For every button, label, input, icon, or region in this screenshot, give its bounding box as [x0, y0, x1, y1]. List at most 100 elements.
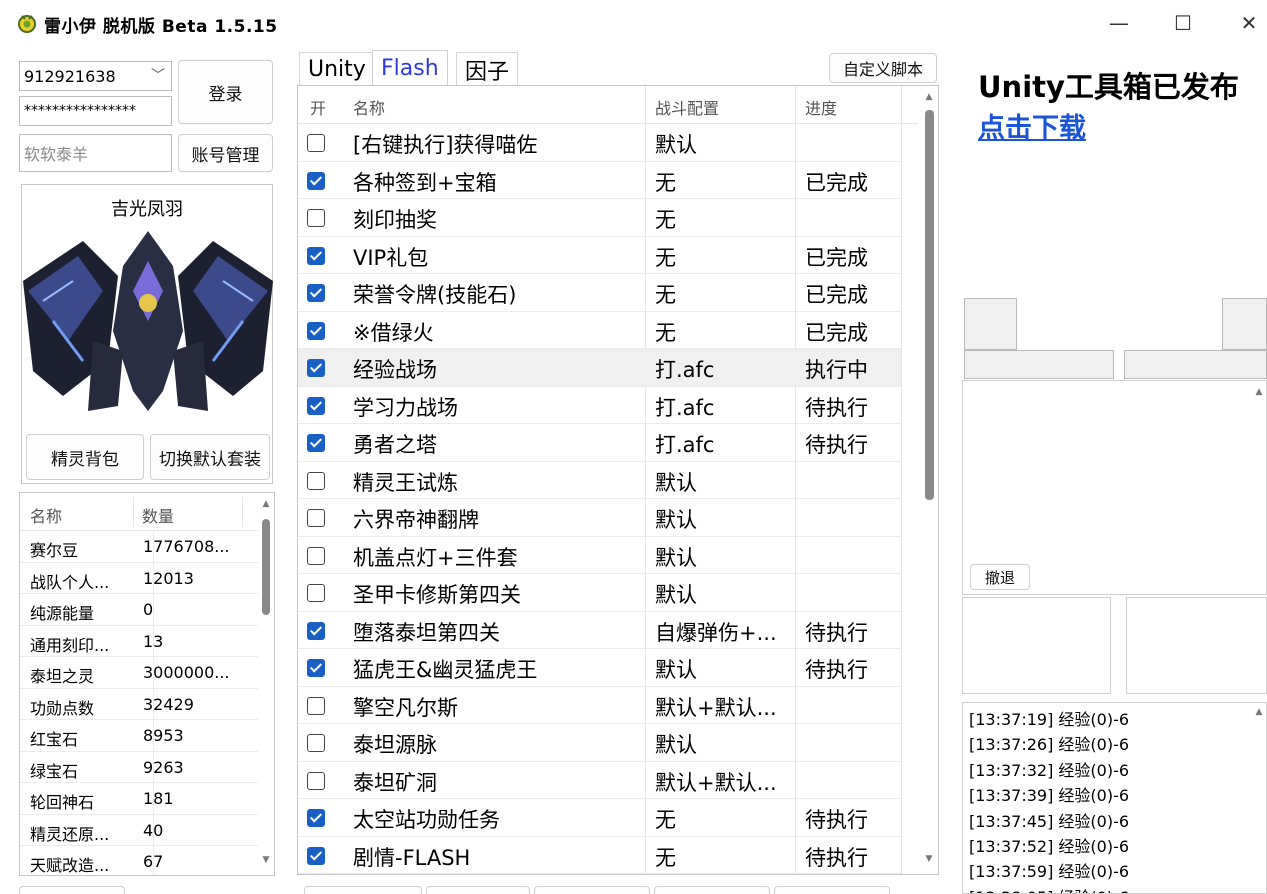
task-enable-checkbox[interactable] — [307, 546, 325, 565]
task-config[interactable]: 默认 — [655, 504, 793, 534]
login-button[interactable]: 登录 — [178, 60, 273, 124]
item-row[interactable]: 战队个人... 12013 — [20, 562, 258, 594]
item-row[interactable]: 轮回神石 181 — [20, 783, 258, 815]
item-row[interactable]: 赛尔豆 1776708... — [20, 531, 258, 563]
custom-script-button[interactable]: 自定义脚本 — [829, 53, 937, 83]
task-enable-checkbox[interactable] — [307, 134, 325, 152]
task-config[interactable]: 无 — [655, 317, 793, 347]
task-row[interactable]: 精灵王试炼 默认 — [298, 462, 901, 499]
item-row[interactable]: 红宝石 8953 — [20, 720, 258, 752]
task-enable-checkbox[interactable] — [307, 396, 325, 415]
minimize-button[interactable]: — — [1096, 6, 1142, 40]
task-row[interactable]: 荣誉令牌(技能石) 无已完成 — [298, 274, 901, 312]
task-config[interactable]: 默认 — [655, 129, 793, 159]
scroll-down-arrow-icon[interactable]: ▼ — [260, 855, 272, 865]
task-config[interactable]: 默认 — [655, 467, 793, 497]
item-row[interactable]: 泰坦之灵 3000000... — [20, 657, 258, 689]
item-row[interactable]: 纯源能量 0 — [20, 594, 258, 626]
task-row[interactable]: 擎空凡尔斯 默认+默认... — [298, 687, 901, 724]
task-row[interactable]: 机盖点灯+三件套 默认 — [298, 537, 901, 574]
task-config[interactable]: 无 — [655, 204, 793, 234]
tab-flash[interactable]: Flash — [372, 50, 448, 86]
task-row[interactable]: 勇者之塔 打.afc 待执行 — [298, 424, 901, 462]
task-enable-checkbox[interactable] — [307, 771, 325, 790]
task-config[interactable]: 自爆弹伤+... — [655, 617, 793, 647]
task-row[interactable]: 六界帝神翻牌 默认 — [298, 499, 901, 537]
task-row[interactable]: [右键执行]获得喵佐 默认 — [298, 124, 901, 162]
maximize-button[interactable]: ☐ — [1160, 6, 1206, 40]
task-enable-checkbox[interactable] — [307, 171, 325, 190]
task-row[interactable]: 泰坦矿洞 默认+默认... — [298, 762, 901, 799]
task-enable-checkbox[interactable] — [307, 809, 325, 827]
task-enable-checkbox[interactable] — [307, 734, 325, 752]
task-row[interactable]: 经验战场 打.afc 执行中 — [298, 349, 901, 387]
task-row[interactable]: ※借绿火 无已完成 — [298, 312, 901, 349]
task-enable-checkbox[interactable] — [307, 246, 325, 265]
task-config[interactable]: 默认+默认... — [655, 692, 793, 722]
task-config[interactable]: 无 — [655, 804, 793, 834]
bottom-button-1[interactable] — [304, 886, 422, 894]
task-enable-checkbox[interactable] — [307, 846, 325, 865]
task-config[interactable]: 无 — [655, 167, 793, 197]
task-config[interactable]: 打.afc — [655, 354, 793, 384]
task-config[interactable]: 无 — [655, 842, 793, 872]
task-enable-checkbox[interactable] — [307, 584, 325, 602]
item-row[interactable]: 功勋点数 32429 — [20, 688, 258, 720]
task-config[interactable]: 无 — [655, 242, 793, 272]
task-enable-checkbox[interactable] — [307, 359, 325, 377]
task-enable-checkbox[interactable] — [307, 209, 325, 227]
tab-factor[interactable]: 因子 — [456, 52, 519, 86]
task-config[interactable]: 打.afc — [655, 392, 793, 422]
task-enable-checkbox[interactable] — [307, 621, 325, 640]
task-scroll-thumb[interactable] — [925, 110, 934, 500]
task-row[interactable]: 猛虎王&幽灵猛虎王 默认 待执行 — [298, 649, 901, 687]
task-row[interactable]: 学习力战场 打.afc 待执行 — [298, 387, 901, 424]
left-bottom-button[interactable] — [19, 886, 125, 894]
task-enable-checkbox[interactable] — [307, 434, 325, 452]
task-row[interactable]: 泰坦源脉 默认 — [298, 724, 901, 762]
task-config[interactable]: 默认 — [655, 579, 793, 609]
task-config[interactable]: 默认 — [655, 729, 793, 759]
items-scrollbar[interactable]: ▲ ▼ — [258, 493, 274, 875]
tab-unity[interactable]: Unity — [299, 52, 375, 86]
bottom-button-3[interactable] — [534, 886, 650, 894]
task-row[interactable]: 太空站功勋任务 无待执行 — [298, 799, 901, 837]
password-field[interactable]: **************** — [19, 96, 172, 126]
task-enable-checkbox[interactable] — [307, 696, 325, 715]
item-row[interactable]: 精灵还原... 40 — [20, 814, 258, 846]
task-row[interactable]: VIP礼包 无已完成 — [298, 237, 901, 274]
task-row[interactable]: 各种签到+宝箱 无已完成 — [298, 162, 901, 199]
task-row[interactable]: 刻印抽奖 无 — [298, 199, 901, 237]
task-config[interactable]: 打.afc — [655, 429, 793, 459]
task-config[interactable]: 默认 — [655, 542, 793, 572]
scroll-up-arrow-icon[interactable]: ▲ — [1253, 707, 1265, 717]
item-row[interactable]: 天赋改造... 67 — [20, 846, 258, 875]
task-enable-checkbox[interactable] — [307, 659, 325, 677]
download-link[interactable]: 点击下载 — [978, 106, 1086, 145]
scroll-up-arrow-icon[interactable]: ▲ — [923, 92, 935, 102]
task-config[interactable]: 默认+默认... — [655, 767, 793, 797]
nickname-input[interactable]: 软软泰羊 — [19, 134, 172, 172]
scroll-up-arrow-icon[interactable]: ▲ — [260, 499, 272, 509]
task-config[interactable]: 默认 — [655, 654, 793, 684]
item-row[interactable]: 通用刻印... 13 — [20, 625, 258, 657]
task-enable-checkbox[interactable] — [307, 509, 325, 527]
retreat-button[interactable]: 撤退 — [970, 564, 1030, 590]
task-enable-checkbox[interactable] — [307, 471, 325, 490]
bottom-button-4[interactable] — [654, 886, 770, 894]
task-scrollbar[interactable]: ▲ ▼ — [920, 86, 938, 874]
scroll-up-arrow-icon[interactable]: ▲ — [1253, 387, 1265, 397]
item-row[interactable]: 绿宝石 9263 — [20, 751, 258, 783]
task-config[interactable]: 无 — [655, 279, 793, 309]
account-manage-button[interactable]: 账号管理 — [178, 134, 273, 172]
sprite-bag-button[interactable]: 精灵背包 — [26, 434, 144, 480]
task-enable-checkbox[interactable] — [307, 284, 325, 302]
bottom-button-5[interactable] — [774, 886, 890, 894]
scroll-down-arrow-icon[interactable]: ▼ — [923, 854, 935, 864]
task-row[interactable]: 剧情-FLASH 无待执行 — [298, 837, 901, 874]
switch-suit-button[interactable]: 切换默认套装 — [150, 434, 270, 480]
task-enable-checkbox[interactable] — [307, 321, 325, 340]
close-button[interactable]: ✕ — [1226, 6, 1267, 40]
task-row[interactable]: 堕落泰坦第四关 自爆弹伤+... 待执行 — [298, 612, 901, 649]
account-select[interactable]: 912921638 ﹀ — [19, 61, 172, 91]
